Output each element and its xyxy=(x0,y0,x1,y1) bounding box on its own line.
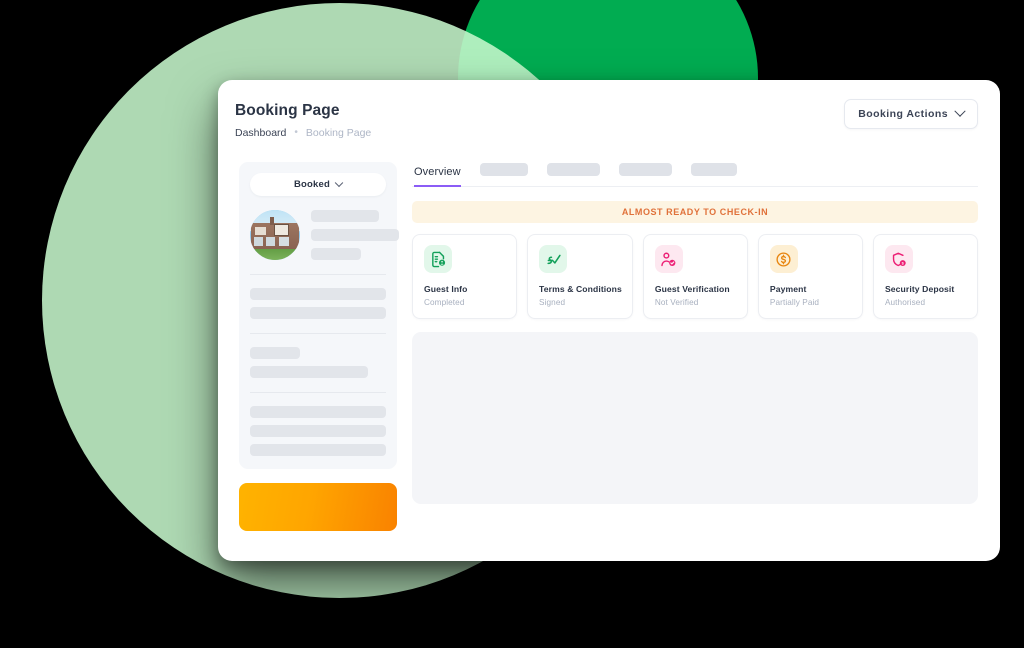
tab-overview[interactable]: Overview xyxy=(414,166,461,187)
main-content-placeholder xyxy=(412,332,978,504)
property-text-placeholders xyxy=(311,210,399,260)
tab-placeholder-3[interactable] xyxy=(546,163,600,176)
tab-placeholder-2[interactable] xyxy=(479,163,528,176)
signature-check-icon xyxy=(539,245,568,273)
tab-placeholder-5[interactable] xyxy=(690,163,737,176)
photo-tudor-wall xyxy=(255,227,266,235)
person-check-icon xyxy=(654,245,683,273)
status-banner: ALMOST READY TO CHECK-IN xyxy=(412,201,978,223)
dollar-coin-icon xyxy=(769,245,798,273)
main-content: Overview ALMOST READY TO CHECK-IN Guest … xyxy=(404,150,1000,561)
shield-dollar-icon: $ xyxy=(884,245,913,273)
placeholder-bar xyxy=(250,288,386,300)
placeholder-bar xyxy=(311,210,379,222)
booking-status-label: Booked xyxy=(293,179,331,190)
placeholder-bar xyxy=(250,425,386,437)
photo-window xyxy=(266,237,275,246)
booking-actions-label: Booking Actions xyxy=(858,108,948,120)
status-card-title: Security Deposit xyxy=(884,284,955,294)
status-card-status: Authorised xyxy=(884,298,926,307)
status-card-guest-verification[interactable]: Guest Verification Not Verified xyxy=(642,234,748,319)
placeholder-bar xyxy=(250,366,368,378)
placeholder-bar xyxy=(311,248,361,260)
booking-actions-button[interactable]: Booking Actions xyxy=(844,99,978,129)
placeholder-bar xyxy=(250,444,386,456)
status-card-title: Terms & Conditions xyxy=(539,284,622,294)
tab-placeholder-4[interactable] xyxy=(618,163,672,176)
placeholder-bar xyxy=(311,229,399,241)
status-card-status: Partially Paid xyxy=(769,298,820,307)
breadcrumb-separator-icon: • xyxy=(294,127,298,138)
status-card-status: Completed xyxy=(424,298,465,307)
card-body: Booked Overview ALMOST READY TO CHECK-IN… xyxy=(218,150,1000,561)
placeholder-bar xyxy=(250,307,386,319)
chevron-down-icon xyxy=(334,178,344,187)
status-card-guest-info[interactable]: Guest Info Completed xyxy=(412,234,518,319)
sidebar-placeholder-group-2 xyxy=(250,347,386,378)
breadcrumb-dashboard[interactable]: Dashboard xyxy=(235,127,286,139)
screenshot-stage: Booking Page Dashboard • Booking Page Bo… xyxy=(0,0,1024,648)
sidebar-divider xyxy=(250,274,386,275)
primary-cta-button[interactable] xyxy=(239,483,397,531)
booking-sidebar: Booked xyxy=(218,150,404,561)
status-card-title: Guest Info xyxy=(424,284,468,294)
sidebar-divider xyxy=(250,392,386,393)
property-photo xyxy=(250,210,300,260)
app-window-card: Booking Page Dashboard • Booking Page Bo… xyxy=(218,80,1000,561)
status-card-list: Guest Info Completed Terms & Conditions … xyxy=(412,234,978,319)
status-card-payment[interactable]: Payment Partially Paid xyxy=(757,234,863,319)
booking-status-dropdown[interactable]: Booked xyxy=(250,173,386,196)
sidebar-placeholder-group-3 xyxy=(250,406,386,456)
status-card-security-deposit[interactable]: $ Security Deposit Authorised xyxy=(872,234,978,319)
photo-tudor-gable xyxy=(274,224,289,236)
booking-summary-panel: Booked xyxy=(239,162,399,469)
photo-chimney xyxy=(270,217,274,225)
placeholder-bar xyxy=(250,406,386,418)
photo-window xyxy=(254,237,263,246)
status-card-title: Payment xyxy=(769,284,807,294)
status-card-status: Signed xyxy=(539,298,566,307)
breadcrumb-current: Booking Page xyxy=(305,127,372,139)
placeholder-bar xyxy=(250,347,300,359)
sidebar-placeholder-group-1 xyxy=(250,288,386,319)
status-card-title: Guest Verification xyxy=(654,284,730,294)
photo-window xyxy=(279,237,289,246)
status-card-status: Not Verified xyxy=(654,298,699,307)
property-summary-row xyxy=(250,210,399,260)
status-card-terms-conditions[interactable]: Terms & Conditions Signed xyxy=(527,234,633,319)
document-person-icon xyxy=(424,245,452,273)
chevron-down-icon xyxy=(954,105,966,117)
tab-bar: Overview xyxy=(412,157,978,187)
sidebar-divider xyxy=(250,333,386,334)
page-header: Booking Page Dashboard • Booking Page Bo… xyxy=(218,80,1000,150)
